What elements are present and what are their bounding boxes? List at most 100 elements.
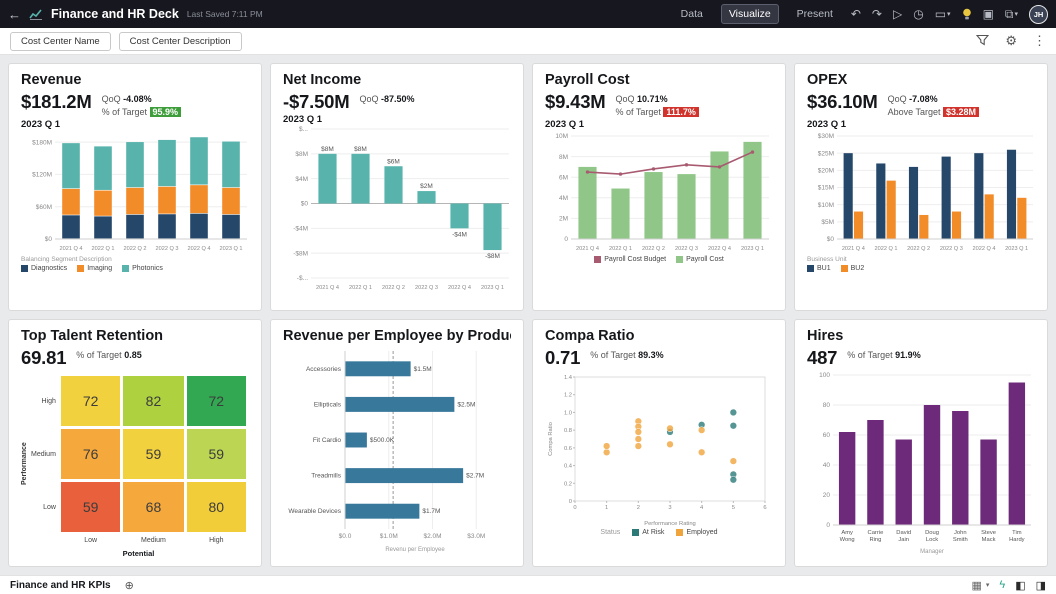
svg-text:40: 40 bbox=[823, 462, 831, 469]
tab-present[interactable]: Present bbox=[790, 5, 840, 23]
svg-text:$180M: $180M bbox=[32, 139, 52, 146]
swatch bbox=[21, 265, 28, 273]
display-icon[interactable]: ▭ ▾ bbox=[935, 7, 951, 21]
kpi-value: $36.10M bbox=[807, 91, 878, 112]
legend: Balancing Segment Description Diagnostic… bbox=[21, 256, 163, 273]
back-icon[interactable]: ← bbox=[8, 7, 21, 22]
card-revenue[interactable]: Revenue $181.2M QoQ -4.08% % of Target 9… bbox=[8, 63, 262, 311]
legend-item: Photonics bbox=[122, 265, 163, 273]
svg-text:Manager: Manager bbox=[920, 549, 944, 555]
card-compa-ratio[interactable]: Compa Ratio 0.71 % of Target 89.3% 0 0.2 0… bbox=[532, 319, 786, 567]
revenue-chart[interactable]: $0 $60M $120M $180M 2021 Q 4 2022 Q 1 2022 Q 2… bbox=[21, 130, 249, 254]
svg-text:Doug: Doug bbox=[925, 530, 939, 536]
svg-text:4: 4 bbox=[700, 505, 704, 511]
legend-item: BU2 bbox=[840, 265, 864, 273]
legend: Payroll Cost Budget Payroll Cost bbox=[545, 256, 773, 264]
svg-text:60: 60 bbox=[823, 432, 831, 439]
legend-item: Payroll Cost bbox=[676, 256, 724, 264]
card-opex[interactable]: OPEX $36.10M QoQ -7.08% Above Target $3.… bbox=[794, 63, 1048, 311]
panel-layout-alt-icon[interactable]: ◨ bbox=[1036, 579, 1046, 592]
swatch bbox=[676, 256, 684, 264]
legend-item: Diagnostics bbox=[21, 265, 67, 273]
card-title: OPEX bbox=[807, 72, 848, 88]
avatar[interactable]: JH bbox=[1029, 4, 1048, 24]
svg-text:$...: $... bbox=[299, 126, 308, 133]
svg-text:100: 100 bbox=[819, 372, 830, 379]
svg-text:0: 0 bbox=[826, 522, 830, 529]
svg-text:Mack: Mack bbox=[982, 537, 996, 543]
swatch bbox=[807, 265, 814, 273]
svg-text:2M: 2M bbox=[559, 216, 568, 223]
revenue-per-employee-chart[interactable]: $0.0 $1.0M $2.0M $3.0M Accessories $1.5M Ellip… bbox=[283, 347, 511, 553]
settings-gear-icon[interactable]: ⚙ bbox=[1005, 33, 1017, 49]
svg-text:2022 Q 4: 2022 Q 4 bbox=[708, 246, 731, 252]
talent-heatmap[interactable]: Performance High 72 82 72 Medium 76 59 59 Low 59 68… bbox=[21, 369, 249, 558]
svg-text:$60M: $60M bbox=[36, 204, 52, 211]
svg-text:2022 Q 3: 2022 Q 3 bbox=[415, 285, 438, 291]
svg-text:2: 2 bbox=[637, 505, 640, 511]
svg-text:Wong: Wong bbox=[840, 537, 855, 543]
filter-cost-center-name[interactable]: Cost Center Name bbox=[10, 31, 111, 51]
svg-text:John: John bbox=[954, 530, 967, 536]
chevron-down-icon[interactable]: ▾ bbox=[986, 581, 990, 589]
page-tab-finance-hr-kpis[interactable]: Finance and HR KPIs bbox=[10, 580, 111, 591]
card-net-income[interactable]: Net Income -$7.50M QoQ -87.50% 2023 Q 1 … bbox=[270, 63, 524, 311]
tab-visualize[interactable]: Visualize bbox=[720, 4, 779, 24]
kpi-block: 487 % of Target 91.9% bbox=[807, 347, 1035, 369]
svg-text:$0: $0 bbox=[301, 201, 309, 208]
card-revenue-per-employee[interactable]: Revenue per Employee by Product $0.0 $1.0… bbox=[270, 319, 524, 567]
net-income-chart[interactable]: $... $8M $4M $0 -$4M -$8M -$... $8M $8M $6M $2M -$4… bbox=[283, 125, 511, 293]
svg-text:$1.0M: $1.0M bbox=[380, 533, 398, 540]
svg-text:2022 Q 1: 2022 Q 1 bbox=[349, 285, 372, 291]
svg-text:Wearable Devices: Wearable Devices bbox=[288, 508, 341, 515]
page-tabs-bar: Finance and HR KPIs ⊕ ▦ ▾ ϟ ◧ ◨ bbox=[0, 575, 1056, 594]
play-icon[interactable]: ▷ bbox=[893, 7, 902, 21]
legend-item: At Risk bbox=[632, 529, 664, 536]
swatch bbox=[632, 529, 640, 536]
legend-item: Employed bbox=[676, 529, 718, 536]
compa-ratio-chart[interactable]: 0 0.2 0.4 0.6 0.8 1.0 1.2 1.4 0 1 2 3 4 5 6 Compa Ratio… bbox=[545, 369, 773, 527]
svg-text:Fit Cardio: Fit Cardio bbox=[313, 437, 342, 444]
svg-text:-$8M: -$8M bbox=[293, 250, 308, 257]
grid-view-icon[interactable]: ▦ bbox=[971, 579, 981, 592]
svg-text:$15M: $15M bbox=[818, 185, 834, 192]
svg-text:2022 Q 4: 2022 Q 4 bbox=[187, 246, 210, 252]
schedule-icon[interactable]: ◷ bbox=[913, 7, 923, 21]
swatch bbox=[676, 529, 684, 536]
payroll-cost-chart[interactable]: 0 2M 4M 6M 8M 10M 2021 Q 4 2022 Q 1 2022 Q 2 2022… bbox=[545, 130, 773, 254]
legend: Business Unit BU1 BU2 bbox=[807, 256, 865, 273]
kebab-menu-icon[interactable]: ⋮ bbox=[1033, 33, 1046, 49]
tab-data[interactable]: Data bbox=[674, 5, 710, 23]
redo-icon[interactable]: ↷ bbox=[872, 7, 882, 21]
refresh-lightning-icon[interactable]: ϟ bbox=[999, 579, 1005, 591]
undo-icon[interactable]: ↶ bbox=[851, 7, 861, 21]
svg-text:2021 Q 4: 2021 Q 4 bbox=[316, 285, 339, 291]
filter-cost-center-description[interactable]: Cost Center Description bbox=[118, 31, 242, 51]
svg-text:Amy: Amy bbox=[841, 530, 853, 536]
svg-text:$120M: $120M bbox=[32, 172, 52, 179]
svg-text:2023 Q 1: 2023 Q 1 bbox=[741, 246, 764, 252]
svg-text:-$...: -$... bbox=[297, 275, 308, 282]
svg-text:$2M: $2M bbox=[420, 183, 433, 190]
svg-text:David: David bbox=[896, 530, 911, 536]
copy-icon[interactable]: ⧉ ▾ bbox=[1005, 7, 1018, 22]
card-hires[interactable]: Hires 487 % of Target 91.9% 0 20 40 60 80 100… bbox=[794, 319, 1048, 567]
target-stat: Above Target $3.28M bbox=[888, 106, 980, 119]
swatch bbox=[594, 256, 602, 264]
lightbulb-icon[interactable] bbox=[962, 8, 972, 21]
hires-chart[interactable]: 0 20 40 60 80 100 Amy Wong Carrie Ring David Jain Do… bbox=[807, 369, 1035, 555]
panel-layout-icon[interactable]: ◧ bbox=[1015, 579, 1025, 592]
snapshot-icon[interactable]: ▣ bbox=[983, 7, 994, 21]
add-page-icon[interactable]: ⊕ bbox=[125, 579, 134, 592]
kpi-block: -$7.50M QoQ -87.50% bbox=[283, 91, 511, 113]
card-top-talent-retention[interactable]: Top Talent Retention 69.81 % of Target 0… bbox=[8, 319, 262, 567]
legend-item: Imaging bbox=[77, 265, 112, 273]
svg-text:$1.7M: $1.7M bbox=[422, 508, 440, 515]
filter-funnel-icon[interactable] bbox=[976, 34, 990, 49]
opex-chart[interactable]: $0 $5M $10M $15M $20M $25M $30M 2021 Q 4 2022 Q … bbox=[807, 130, 1035, 254]
card-title: Top Talent Retention bbox=[21, 328, 164, 344]
workbook-title[interactable]: Finance and HR Deck bbox=[51, 7, 179, 21]
card-title: Compa Ratio bbox=[545, 328, 635, 344]
kpi-value: $181.2M bbox=[21, 91, 92, 112]
card-payroll-cost[interactable]: Payroll Cost $9.43M QoQ 10.71% % of Targ… bbox=[532, 63, 786, 311]
